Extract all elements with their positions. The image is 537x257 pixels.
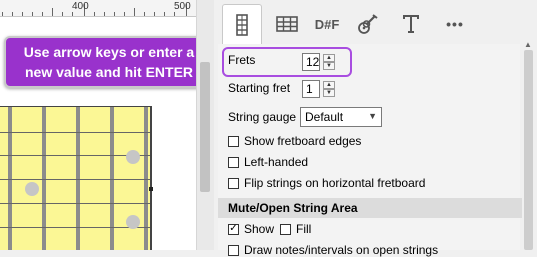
frets-stepper[interactable]: 12 ▲ ▼ — [302, 53, 335, 71]
scrollbar-thumb[interactable] — [524, 50, 533, 250]
scroll-up-arrow-icon[interactable]: ▲ — [524, 40, 532, 49]
string-gauge-row: String gauge — [228, 110, 296, 124]
string-line — [0, 203, 150, 204]
selection-handle[interactable] — [149, 187, 153, 191]
ruler-tick — [42, 12, 43, 16]
panel-tabs: D#F ••• — [214, 0, 537, 46]
starting-fret-input[interactable]: 1 — [302, 80, 320, 98]
ruler-tick — [2, 12, 3, 16]
ruler-tick — [114, 12, 115, 16]
fret-inlay-marker — [25, 182, 39, 196]
ruler-tick — [52, 8, 53, 16]
starting-fret-stepper[interactable]: 1 ▲ ▼ — [302, 80, 335, 98]
draw-notes-checkbox[interactable] — [228, 244, 239, 256]
canvas-vertical-scrollbar[interactable] — [196, 0, 214, 250]
ruler-tick — [124, 12, 125, 16]
string-gauge-value: Default — [305, 110, 344, 124]
ruler-tick — [32, 12, 33, 16]
ruler-tick — [154, 12, 155, 16]
show-edges-checkbox[interactable] — [228, 135, 239, 147]
ruler-tick — [134, 8, 135, 16]
ruler-tick — [94, 12, 95, 16]
starting-fret-label: Starting fret — [228, 81, 291, 95]
ruler-tick — [174, 12, 175, 16]
string-gauge-select[interactable]: Default ▼ — [300, 107, 382, 127]
left-handed-label: Left-handed — [244, 155, 309, 169]
frets-down-button[interactable]: ▼ — [323, 62, 335, 70]
ruler-tick — [62, 12, 63, 16]
fretboard-icon — [236, 14, 248, 36]
text-format-icon — [403, 15, 419, 33]
frets-row: Frets — [228, 53, 255, 67]
left-handed-row[interactable]: Left-handed — [228, 155, 308, 169]
tab-notes[interactable]: D#F — [308, 6, 346, 42]
tab-fretboard[interactable] — [222, 4, 262, 45]
draw-notes-label: Draw notes/intervals on open strings — [244, 243, 439, 257]
fill-row[interactable]: Fill — [280, 222, 311, 236]
mute-open-section-header[interactable]: Mute/Open String Area — [218, 198, 522, 218]
ruler-label: 500 — [174, 1, 191, 12]
ruler-tick — [104, 12, 105, 16]
tab-more[interactable]: ••• — [436, 6, 474, 42]
fret-inlay-marker — [126, 150, 140, 164]
flip-strings-label: Flip strings on horizontal fretboard — [244, 176, 426, 190]
show-row[interactable]: ✓ Show — [228, 222, 274, 236]
horizontal-ruler: 400 500 — [0, 0, 196, 17]
fretboard-diagram[interactable] — [0, 106, 152, 250]
show-edges-row[interactable]: Show fretboard edges — [228, 134, 361, 148]
starting-fret-up-button[interactable]: ▲ — [323, 81, 335, 89]
string-gauge-label: String gauge — [228, 110, 297, 124]
starting-fret-down-button[interactable]: ▼ — [323, 89, 335, 97]
hint-tooltip: Use arrow keys or enter a new value and … — [4, 36, 214, 88]
frets-label: Frets — [228, 53, 256, 67]
tooltip-line-1: Use arrow keys or enter a — [23, 44, 195, 60]
guitar-icon — [358, 14, 378, 34]
flip-strings-checkbox[interactable] — [228, 177, 239, 189]
string-line — [0, 132, 150, 133]
frets-up-button[interactable]: ▲ — [323, 54, 335, 62]
settings-panel: D#F ••• ▲ Frets 12 ▲ ▼ Starting fret 1 ▲… — [214, 0, 537, 257]
draw-notes-row[interactable]: Draw notes/intervals on open strings — [228, 243, 438, 257]
frets-input[interactable]: 12 — [302, 53, 320, 71]
panel-vertical-scrollbar[interactable]: ▲ — [520, 40, 537, 250]
chevron-down-icon: ▼ — [368, 111, 377, 121]
fill-label: Fill — [296, 222, 312, 236]
grid-icon — [276, 16, 298, 32]
flip-strings-row[interactable]: Flip strings on horizontal fretboard — [228, 176, 425, 190]
tab-instrument[interactable] — [348, 6, 386, 42]
fill-checkbox[interactable] — [280, 223, 291, 235]
starting-fret-row: Starting fret — [228, 81, 290, 95]
left-handed-checkbox[interactable] — [228, 156, 239, 168]
more-icon: ••• — [446, 16, 464, 32]
ruler-tick — [72, 12, 73, 16]
string-line — [0, 179, 150, 180]
ruler-label: 400 — [72, 1, 89, 12]
ruler-tick — [22, 12, 23, 16]
ruler-tick — [12, 12, 13, 16]
tab-text[interactable] — [392, 6, 430, 42]
show-checkbox[interactable]: ✓ — [228, 223, 239, 235]
tooltip-line-2: new value and hit ENTER — [24, 64, 194, 80]
ruler-tick — [164, 12, 165, 16]
scrollbar-thumb[interactable] — [200, 62, 210, 192]
show-edges-label: Show fretboard edges — [244, 134, 362, 148]
ruler-tick — [144, 12, 145, 16]
notes-tab-label: D#F — [314, 16, 340, 32]
tab-grid[interactable] — [268, 6, 306, 42]
fret-inlay-marker — [126, 215, 140, 229]
show-label: Show — [244, 222, 275, 236]
